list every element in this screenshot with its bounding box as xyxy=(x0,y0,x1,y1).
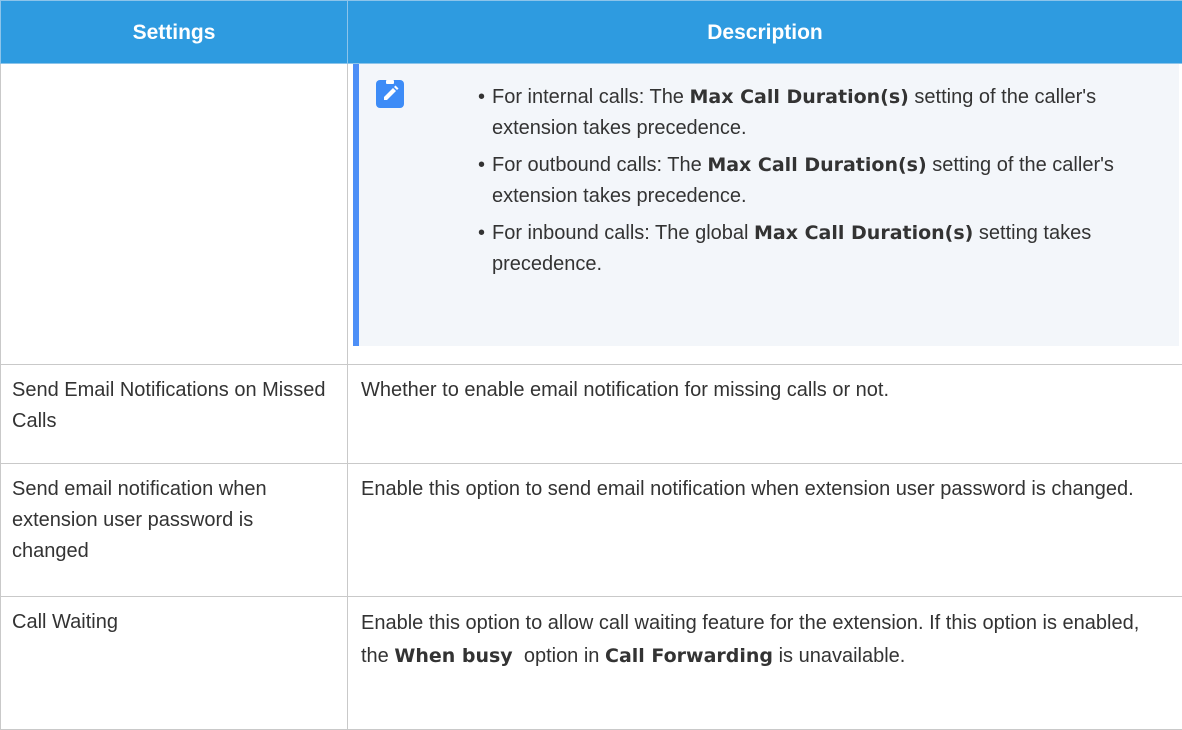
table-row: For internal calls: The Max Call Duratio… xyxy=(1,64,1182,365)
note-list: For internal calls: The Max Call Duratio… xyxy=(359,82,1159,280)
setting-cell: Send Email Notifications on Missed Calls xyxy=(1,365,348,464)
note-text: For internal calls: The xyxy=(492,86,690,108)
note-bold: Max Call Duration(s) xyxy=(707,154,926,176)
note-bold: Max Call Duration(s) xyxy=(754,222,973,244)
list-item: For inbound calls: The global Max Call D… xyxy=(478,218,1159,280)
description-cell: Enable this option to allow call waiting… xyxy=(348,597,1182,730)
header-settings: Settings xyxy=(1,1,348,64)
pencil-note-icon xyxy=(376,80,404,108)
table-header-row: Settings Description xyxy=(1,1,1182,64)
desc-bold: Call Forwarding xyxy=(605,645,773,667)
header-description: Description xyxy=(348,1,1182,64)
desc-text: is unavailable. xyxy=(773,645,905,667)
list-item: For internal calls: The Max Call Duratio… xyxy=(478,82,1159,144)
desc-bold: When busy xyxy=(394,645,512,667)
note-text: For outbound calls: The xyxy=(492,154,707,176)
table-row: Call Waiting Enable this option to allow… xyxy=(1,597,1182,730)
list-item: For outbound calls: The Max Call Duratio… xyxy=(478,150,1159,212)
desc-text: option in xyxy=(513,645,605,667)
settings-table: Settings Description For internal calls xyxy=(0,0,1182,730)
setting-cell-empty xyxy=(1,64,348,365)
table-row: Send Email Notifications on Missed Calls… xyxy=(1,365,1182,464)
description-cell: Whether to enable email notification for… xyxy=(348,365,1182,464)
note-callout: For internal calls: The Max Call Duratio… xyxy=(353,64,1179,346)
note-bold: Max Call Duration(s) xyxy=(690,86,909,108)
description-cell: Enable this option to send email notific… xyxy=(348,464,1182,597)
setting-cell: Send email notification when extension u… xyxy=(1,464,348,597)
table-row: Send email notification when extension u… xyxy=(1,464,1182,597)
note-text: For inbound calls: The global xyxy=(492,222,754,244)
description-cell: For internal calls: The Max Call Duratio… xyxy=(348,64,1182,365)
setting-cell: Call Waiting xyxy=(1,597,348,730)
